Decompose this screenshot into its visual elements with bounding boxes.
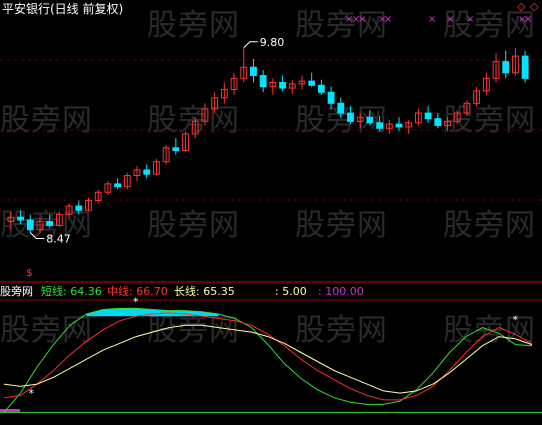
candle-body <box>337 102 345 114</box>
high-marker-line <box>243 41 258 49</box>
candle-body <box>75 205 83 211</box>
top-signal-marker: × <box>466 14 474 25</box>
top-signal-marker: × <box>524 14 532 25</box>
long-line-label: 长线: 65.35 <box>174 285 235 298</box>
candle-body <box>317 84 325 93</box>
level-low-label: : 5.00 <box>275 285 307 298</box>
star-marker: * <box>29 387 35 400</box>
level-high-label: : 100.00 <box>318 285 364 298</box>
candle-body <box>366 116 374 124</box>
chart-canvas: 9.808.47$××× ×× × × × ××◇ ◇*** <box>0 0 542 413</box>
candle-body <box>143 169 151 175</box>
candle-body <box>308 80 316 86</box>
short-line-series <box>3 307 533 413</box>
candle-body <box>521 55 529 79</box>
candle-body <box>395 123 403 128</box>
candle-body <box>279 82 286 89</box>
candle-body <box>434 118 442 127</box>
top-signal-marker: × <box>428 14 436 25</box>
top-signal-marker: × <box>358 14 366 25</box>
candle-body <box>259 75 267 88</box>
candle-body <box>26 219 34 231</box>
star-marker: * <box>513 314 519 327</box>
short-line-label: 短线: 64.36 <box>41 285 102 298</box>
low-price-label: 8.47 <box>46 233 71 246</box>
low-marker-line <box>29 232 45 239</box>
candle-body <box>46 220 54 227</box>
candle-body <box>250 66 257 77</box>
candle-body <box>347 112 354 122</box>
top-signal-marker: × <box>384 14 392 25</box>
candle-body <box>172 147 180 152</box>
oversold-bar <box>0 408 20 412</box>
mid-line-label: 中线: 66.70 <box>107 285 168 298</box>
high-price-label: 9.80 <box>260 36 285 49</box>
candle-body <box>327 91 335 104</box>
candle-body <box>376 122 384 129</box>
top-right-marker: ◇ <box>530 0 539 13</box>
chart-title: 平安银行(日线 前复权) <box>2 2 124 16</box>
mid-line-series <box>3 312 533 401</box>
top-signal-marker: × <box>446 14 454 25</box>
long-line-series <box>3 324 533 394</box>
chart-window: 股旁网 股旁网 股旁网 股旁网 股旁网 股旁网 股旁网 股旁网 股旁网 股旁网 … <box>0 0 542 425</box>
candle-body <box>502 61 510 74</box>
signal-marker: $ <box>26 268 32 279</box>
top-right-marker: ◇ <box>517 0 526 13</box>
candle-body <box>424 112 432 120</box>
indicator-name: 股旁网 <box>0 285 33 298</box>
candle-body <box>17 216 24 221</box>
candle-body <box>114 183 122 188</box>
